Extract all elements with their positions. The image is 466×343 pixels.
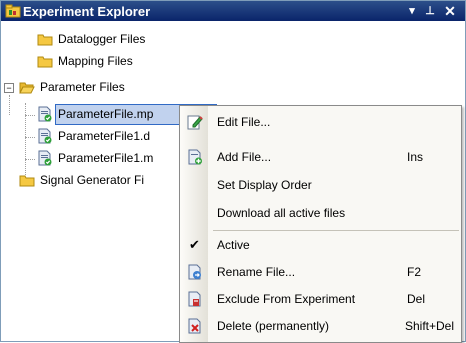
exclude-file-icon xyxy=(188,291,201,307)
context-menu: Edit File... Add File... Ins Set Display… xyxy=(179,105,462,343)
delete-file-icon xyxy=(188,318,201,334)
auto-hide-pin-icon[interactable]: ⊥ xyxy=(422,3,438,19)
menu-item-rename-file[interactable]: Rename File... F2 xyxy=(180,259,461,285)
menu-item-add-file[interactable]: Add File... Ins xyxy=(180,144,461,170)
tree-connector-line xyxy=(25,115,35,116)
menu-item-label: Delete (permanently) xyxy=(217,319,330,333)
experiment-explorer-window: Experiment Explorer ▾ ⊥ ✕ Datalogger Fil… xyxy=(0,0,466,343)
menu-item-shortcut: Del xyxy=(407,292,426,306)
menu-item-label: Add File... xyxy=(217,150,272,164)
title-bar[interactable]: Experiment Explorer ▾ ⊥ ✕ xyxy=(1,1,465,21)
folder-icon xyxy=(19,175,35,187)
collapse-toggle-icon[interactable]: − xyxy=(4,83,14,93)
menu-item-label: Edit File... xyxy=(217,115,271,129)
window-position-dropdown-icon[interactable]: ▾ xyxy=(404,3,420,19)
tree-item-label: ParameterFile.mp xyxy=(58,107,154,121)
tree-item-label: Mapping Files xyxy=(58,54,133,68)
tree-connector-line xyxy=(25,159,35,160)
menu-item-active[interactable]: ✔ Active xyxy=(180,232,461,258)
edit-file-icon xyxy=(187,115,203,130)
folder-icon xyxy=(37,56,53,68)
parameter-file-icon xyxy=(38,150,52,166)
menu-item-shortcut: Ins xyxy=(407,150,424,164)
tree-item-label: Datalogger Files xyxy=(58,32,146,46)
menu-item-label: Rename File... xyxy=(217,265,296,279)
menu-item-edit-file[interactable]: Edit File... xyxy=(180,109,461,135)
menu-item-label: Active xyxy=(217,238,250,252)
menu-item-download-all-active-files[interactable]: Download all active files xyxy=(180,200,461,226)
tree-connector-line xyxy=(25,137,35,138)
rename-file-icon xyxy=(188,264,201,280)
menu-item-label: Set Display Order xyxy=(217,178,312,192)
tree-connector-line xyxy=(25,103,26,175)
tree-item-label: Parameter Files xyxy=(40,80,125,94)
folder-icon xyxy=(37,34,53,46)
menu-item-label: Exclude From Experiment xyxy=(217,292,356,306)
menu-item-shortcut: Shift+Del xyxy=(405,319,455,333)
checkmark-icon: ✔ xyxy=(189,237,200,252)
menu-item-set-display-order[interactable]: Set Display Order xyxy=(180,172,461,198)
tree-item-label: ParameterFile1.m xyxy=(58,151,154,165)
window-title: Experiment Explorer xyxy=(23,4,151,19)
add-file-icon xyxy=(188,149,202,165)
tree-item-label: ParameterFile1.d xyxy=(58,129,151,143)
menu-item-shortcut: F2 xyxy=(407,265,422,279)
menu-item-exclude-from-experiment[interactable]: Exclude From Experiment Del xyxy=(180,286,461,312)
close-icon[interactable]: ✕ xyxy=(442,3,458,19)
parameter-file-icon xyxy=(38,106,52,122)
menu-separator xyxy=(213,230,459,231)
menu-item-delete-permanently[interactable]: Delete (permanently) Shift+Del xyxy=(180,313,461,339)
parameter-file-icon xyxy=(38,128,52,144)
tree-connector-line xyxy=(9,95,10,115)
tree-item-label: Signal Generator Fi xyxy=(40,173,145,187)
folder-open-icon xyxy=(19,82,35,94)
tree-item-parameterfile-mp[interactable]: ParameterFile.mp xyxy=(37,104,217,126)
menu-item-label: Download all active files xyxy=(217,206,346,220)
experiment-explorer-icon xyxy=(5,4,21,18)
